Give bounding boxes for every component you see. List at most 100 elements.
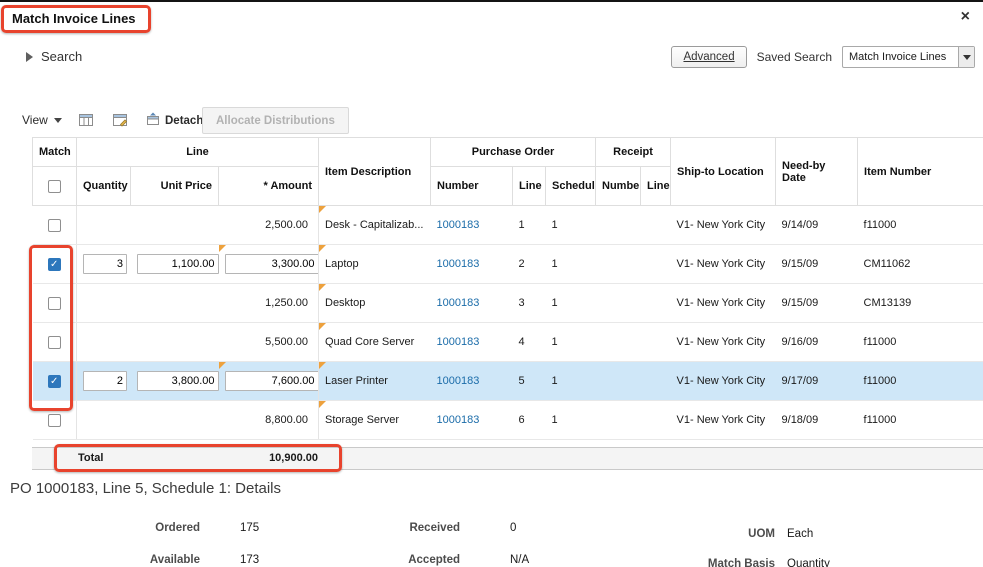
po-number-link[interactable]: 1000183 (437, 219, 480, 231)
po-number-link[interactable]: 1000183 (437, 258, 480, 270)
amount-cell: 3,300.00 (218, 244, 319, 284)
detail-value: 175 (240, 522, 260, 534)
detail-field-available: Available 173 (95, 554, 259, 566)
quantity-cell (76, 400, 131, 440)
column-header-match: Match (32, 137, 77, 167)
quantity-cell (76, 361, 131, 401)
item-number-cell: CM11062 (857, 244, 983, 284)
match-checkbox[interactable] (47, 257, 61, 271)
expand-arrow-icon (26, 51, 33, 62)
table-row[interactable]: 7,600.00 Laser Printer 1000183 5 1 V1- N… (32, 361, 983, 401)
table-row[interactable]: 3,300.00 Laptop 1000183 2 1 V1- New York… (32, 244, 983, 284)
need-by-date-cell: 9/18/09 (775, 400, 858, 440)
column-header-quantity[interactable]: Quantity (76, 166, 131, 206)
match-checkbox[interactable] (47, 335, 61, 349)
quantity-cell (76, 322, 131, 362)
match-checkbox[interactable] (47, 296, 61, 310)
freeze-icon[interactable] (78, 112, 94, 133)
ship-to-location-cell: V1- New York City (670, 205, 776, 245)
unit-price-cell (130, 361, 219, 401)
unit-price-cell (130, 283, 219, 323)
allocate-distributions-button[interactable]: Allocate Distributions (202, 107, 349, 134)
detach-button[interactable]: Detach (146, 112, 203, 129)
match-checkbox[interactable] (47, 374, 61, 388)
table-toolbar: View Detach Allocate Distributions (0, 106, 983, 136)
saved-search-label: Saved Search (756, 50, 832, 64)
detail-field-received: Received 0 (355, 522, 516, 534)
combo-dropdown-button[interactable] (958, 47, 974, 67)
table-row[interactable]: 2,500.00 Desk - Capitalizab... 1000183 1… (32, 205, 983, 245)
quantity-input[interactable] (83, 371, 127, 391)
detail-value: 0 (510, 522, 517, 534)
po-schedule-cell: 1 (545, 400, 596, 440)
po-number-link[interactable]: 1000183 (437, 375, 480, 387)
receipt-line-cell (640, 283, 671, 323)
view-menu[interactable]: View (22, 113, 62, 127)
column-header-item-number[interactable]: Item Number (857, 137, 983, 206)
item-description-cell: Laptop (318, 244, 431, 284)
select-all-checkbox[interactable] (48, 179, 61, 193)
search-expander[interactable]: Search (26, 49, 82, 64)
item-description-cell: Desktop (318, 283, 431, 323)
close-icon[interactable]: × (961, 9, 970, 25)
po-number-link[interactable]: 1000183 (437, 414, 480, 426)
search-label: Search (41, 49, 83, 64)
match-invoice-lines-dialog: Match Invoice Lines × Search Advanced Sa… (0, 0, 983, 567)
detail-label: UOM (748, 528, 775, 540)
match-cell (32, 205, 77, 245)
total-label: Total (78, 452, 104, 464)
advanced-button[interactable]: Advanced (671, 46, 747, 68)
amount-cell: 1,250.00 (218, 283, 319, 323)
column-header-receipt-number[interactable]: Numbe (595, 166, 642, 206)
amount-input[interactable] (224, 254, 319, 274)
detail-value: N/A (510, 554, 530, 566)
saved-search-select[interactable]: Match Invoice Lines (842, 46, 975, 68)
match-checkbox[interactable] (47, 218, 61, 232)
unit-price-input[interactable] (136, 254, 219, 274)
table-row[interactable]: 5,500.00 Quad Core Server 1000183 4 1 V1… (32, 322, 983, 362)
quantity-cell (76, 244, 131, 284)
ship-to-location-cell: V1- New York City (670, 244, 776, 284)
match-checkbox[interactable] (47, 413, 61, 427)
amount-input[interactable] (224, 371, 319, 391)
wrap-icon[interactable] (112, 112, 128, 133)
column-header-po-schedule[interactable]: Schedul (544, 166, 597, 206)
quantity-cell (76, 283, 131, 323)
unit-price-cell (130, 244, 219, 284)
po-number-cell: 1000183 (430, 244, 513, 284)
chevron-down-icon (962, 54, 971, 60)
detail-field-accepted: Accepted N/A (355, 554, 529, 566)
saved-search-value: Match Invoice Lines (849, 51, 947, 63)
table-body: 2,500.00 Desk - Capitalizab... 1000183 1… (32, 205, 983, 440)
amount-cell: 7,600.00 (218, 361, 319, 401)
quantity-input[interactable] (83, 254, 127, 274)
po-schedule-cell: 1 (545, 283, 596, 323)
po-number-cell: 1000183 (430, 400, 513, 440)
item-description: Desktop (325, 297, 366, 309)
po-number-link[interactable]: 1000183 (437, 336, 480, 348)
receipt-number-cell (595, 244, 641, 284)
column-group-line: Line (76, 137, 319, 167)
column-header-amount[interactable]: * Amount (218, 166, 319, 206)
search-section: Search Advanced Saved Search Match Invoi… (0, 38, 983, 78)
po-number-link[interactable]: 1000183 (437, 297, 480, 309)
column-header-ship-to-location[interactable]: Ship-to Location (670, 137, 777, 206)
table-row[interactable]: 1,250.00 Desktop 1000183 3 1 V1- New Yor… (32, 283, 983, 323)
column-header-po-number[interactable]: Number (430, 166, 513, 206)
item-description-cell: Quad Core Server (318, 322, 431, 362)
detail-field-match-basis: Match Basis Quantity (670, 558, 830, 567)
need-by-date-cell: 9/15/09 (775, 283, 858, 323)
chevron-down-icon (53, 117, 62, 123)
column-header-receipt-line[interactable]: Line (640, 166, 672, 206)
match-cell (32, 400, 77, 440)
need-by-date-cell: 9/15/09 (775, 244, 858, 284)
column-header-item-description[interactable]: Item Description (318, 137, 431, 206)
item-description: Desk - Capitalizab... (325, 219, 424, 231)
match-cell (32, 244, 77, 284)
table-row[interactable]: 8,800.00 Storage Server 1000183 6 1 V1- … (32, 400, 983, 440)
column-header-unit-price[interactable]: Unit Price (130, 166, 219, 206)
unit-price-input[interactable] (136, 371, 219, 391)
column-header-need-by-date[interactable]: Need-by Date (775, 137, 859, 206)
total-row: Total 10,900.00 (32, 447, 983, 470)
column-header-po-line[interactable]: Line (512, 166, 546, 206)
